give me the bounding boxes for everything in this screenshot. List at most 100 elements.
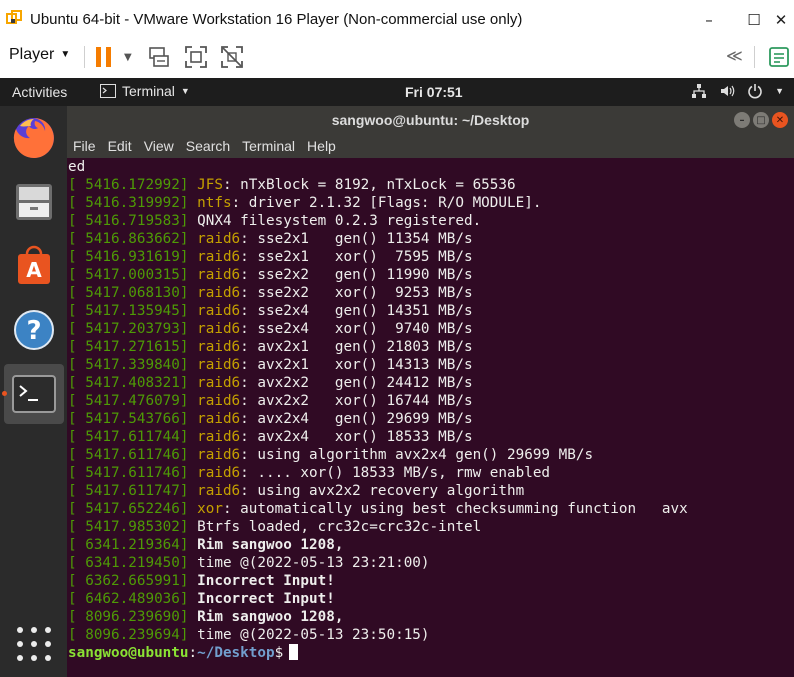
log-timestamp: [ 5416.319992]: [68, 195, 189, 211]
log-timestamp: [ 6341.219450]: [68, 555, 189, 571]
terminal-line: [ 5417.476079] raid6: avx2x2 xor() 16744…: [68, 392, 794, 410]
log-message: : avx2x4 gen() 29699 MB/s: [240, 411, 473, 427]
svg-text:A: A: [26, 258, 42, 282]
log-timestamp: [ 5417.271615]: [68, 339, 189, 355]
terminal-title: sangwoo@ubuntu: ~/Desktop: [331, 112, 530, 128]
log-timestamp: [ 5417.476079]: [68, 393, 189, 409]
log-timestamp: [ 6362.665991]: [68, 573, 189, 589]
log-message: : .... xor() 18533 MB/s, rmw enabled: [240, 465, 551, 481]
app-menu-label: Terminal: [122, 83, 175, 99]
log-timestamp: [ 5417.611747]: [68, 483, 189, 499]
dock-firefox[interactable]: [4, 108, 64, 168]
log-subsystem: raid6: [197, 285, 241, 301]
log-subsystem: raid6: [197, 393, 241, 409]
volume-icon: [721, 85, 735, 97]
terminal-minimize-button[interactable]: –: [734, 112, 750, 128]
show-applications-button[interactable]: [4, 614, 64, 674]
pause-dropdown-icon[interactable]: ▼: [124, 52, 132, 63]
dock-terminal[interactable]: [4, 364, 64, 424]
log-subsystem: ntfs: [197, 195, 232, 211]
close-button[interactable]: ✕: [769, 8, 793, 32]
dock-software[interactable]: A: [4, 236, 64, 296]
log-subsystem: raid6: [197, 249, 241, 265]
menu-help[interactable]: Help: [301, 134, 342, 158]
log-message: : automatically using best checksumming …: [222, 501, 688, 517]
log-message: : avx2x4 xor() 18533 MB/s: [240, 429, 473, 445]
minimize-button[interactable]: –: [697, 8, 721, 32]
pause-icon[interactable]: [92, 45, 116, 69]
log-message: Incorrect Input!: [197, 573, 335, 589]
terminal-line: [ 6462.489036] Incorrect Input!: [68, 590, 794, 608]
clock[interactable]: Fri 07:51: [405, 84, 463, 100]
log-timestamp: [ 5417.408321]: [68, 375, 189, 391]
terminal-line: [ 5417.271615] raid6: avx2x1 gen() 21803…: [68, 338, 794, 356]
terminal-line: [ 5417.543766] raid6: avx2x4 gen() 29699…: [68, 410, 794, 428]
files-icon: [16, 184, 52, 220]
log-timestamp: [ 5416.172992]: [68, 177, 189, 193]
log-timestamp: [ 6341.219364]: [68, 537, 189, 553]
log-message: : sse2x4 xor() 9740 MB/s: [240, 321, 473, 337]
app-menu[interactable]: Terminal ▼: [100, 83, 190, 99]
unity-mode-icon[interactable]: [220, 45, 244, 69]
log-message: : sse2x1 xor() 7595 MB/s: [240, 249, 473, 265]
chevron-down-icon: ▼: [775, 86, 784, 96]
terminal-close-button[interactable]: ✕: [772, 112, 788, 128]
terminal-line: [ 6341.219450] time @(2022-05-13 23:21:0…: [68, 554, 794, 572]
log-timestamp: [ 5416.931619]: [68, 249, 189, 265]
log-subsystem: JFS: [197, 177, 223, 193]
collapse-toolbar-icon[interactable]: ≪: [726, 46, 743, 65]
log-subsystem: raid6: [197, 411, 241, 427]
log-subsystem: raid6: [197, 267, 241, 283]
log-message: : using avx2x2 recovery algorithm: [240, 483, 525, 499]
log-subsystem: raid6: [197, 483, 241, 499]
chevron-down-icon: ▼: [180, 86, 190, 96]
log-timestamp: [ 5417.611744]: [68, 429, 189, 445]
maximize-button[interactable]: ☐: [742, 8, 766, 32]
dock-help[interactable]: ?: [4, 300, 64, 360]
log-subsystem: xor: [197, 501, 223, 517]
terminal-line: [ 8096.239694] time @(2022-05-13 23:50:1…: [68, 626, 794, 644]
log-timestamp: [ 5417.068130]: [68, 285, 189, 301]
activities-button[interactable]: Activities: [12, 84, 67, 100]
menu-view[interactable]: View: [138, 134, 180, 158]
terminal-line: [ 5416.719583] QNX4 filesystem 0.2.3 reg…: [68, 212, 794, 230]
log-message: : avx2x2 xor() 16744 MB/s: [240, 393, 473, 409]
terminal-line: [ 5417.135945] raid6: sse2x4 gen() 14351…: [68, 302, 794, 320]
prompt-path: ~/Desktop: [197, 645, 275, 661]
dock-files[interactable]: [4, 172, 64, 232]
send-ctrl-alt-del-icon[interactable]: [147, 45, 171, 69]
log-message: time @(2022-05-13 23:50:15): [197, 627, 430, 643]
terminal-line: [ 5417.611746] raid6: using algorithm av…: [68, 446, 794, 464]
menu-search[interactable]: Search: [180, 134, 236, 158]
terminal-prompt[interactable]: sangwoo@ubuntu:~/Desktop$: [68, 644, 794, 662]
log-message: : sse2x1 gen() 11354 MB/s: [240, 231, 473, 247]
fullscreen-icon[interactable]: [184, 45, 208, 69]
menu-edit[interactable]: Edit: [102, 134, 138, 158]
menu-file[interactable]: File: [67, 134, 102, 158]
player-menu-button[interactable]: Player ▼: [9, 46, 70, 64]
terminal-line: [ 5417.611746] raid6: .... xor() 18533 M…: [68, 464, 794, 482]
terminal-line: [ 5416.319992] ntfs: driver 2.1.32 [Flag…: [68, 194, 794, 212]
log-message: : avx2x2 gen() 24412 MB/s: [240, 375, 473, 391]
terminal-title-bar[interactable]: sangwoo@ubuntu: ~/Desktop – □ ✕: [67, 106, 794, 134]
terminal-line: [ 5417.611744] raid6: avx2x4 xor() 18533…: [68, 428, 794, 446]
ubuntu-dock: A ?: [0, 106, 67, 677]
log-timestamp: [ 5417.611746]: [68, 447, 189, 463]
menu-terminal[interactable]: Terminal: [236, 134, 301, 158]
system-tray[interactable]: ▼: [691, 83, 784, 99]
terminal-line: [ 5417.203793] raid6: sse2x4 xor() 9740 …: [68, 320, 794, 338]
terminal-line: ed: [68, 159, 86, 175]
terminal-line: [ 5416.863662] raid6: sse2x1 gen() 11354…: [68, 230, 794, 248]
notes-icon[interactable]: [767, 45, 791, 69]
log-message: Rim sangwoo 1208,: [197, 537, 344, 553]
log-subsystem: raid6: [197, 231, 241, 247]
log-message: : sse2x4 gen() 14351 MB/s: [240, 303, 473, 319]
window-title: Ubuntu 64-bit - VMware Workstation 16 Pl…: [30, 11, 523, 28]
terminal-output[interactable]: ed [ 5416.172992] JFS: nTxBlock = 8192, …: [67, 158, 794, 677]
player-menu-label: Player: [9, 46, 55, 63]
log-subsystem: raid6: [197, 339, 241, 355]
terminal-maximize-button[interactable]: □: [753, 112, 769, 128]
toolbar-divider: [84, 46, 85, 68]
prompt-user: sangwoo@ubuntu: [68, 645, 189, 661]
text-cursor: [289, 644, 299, 660]
